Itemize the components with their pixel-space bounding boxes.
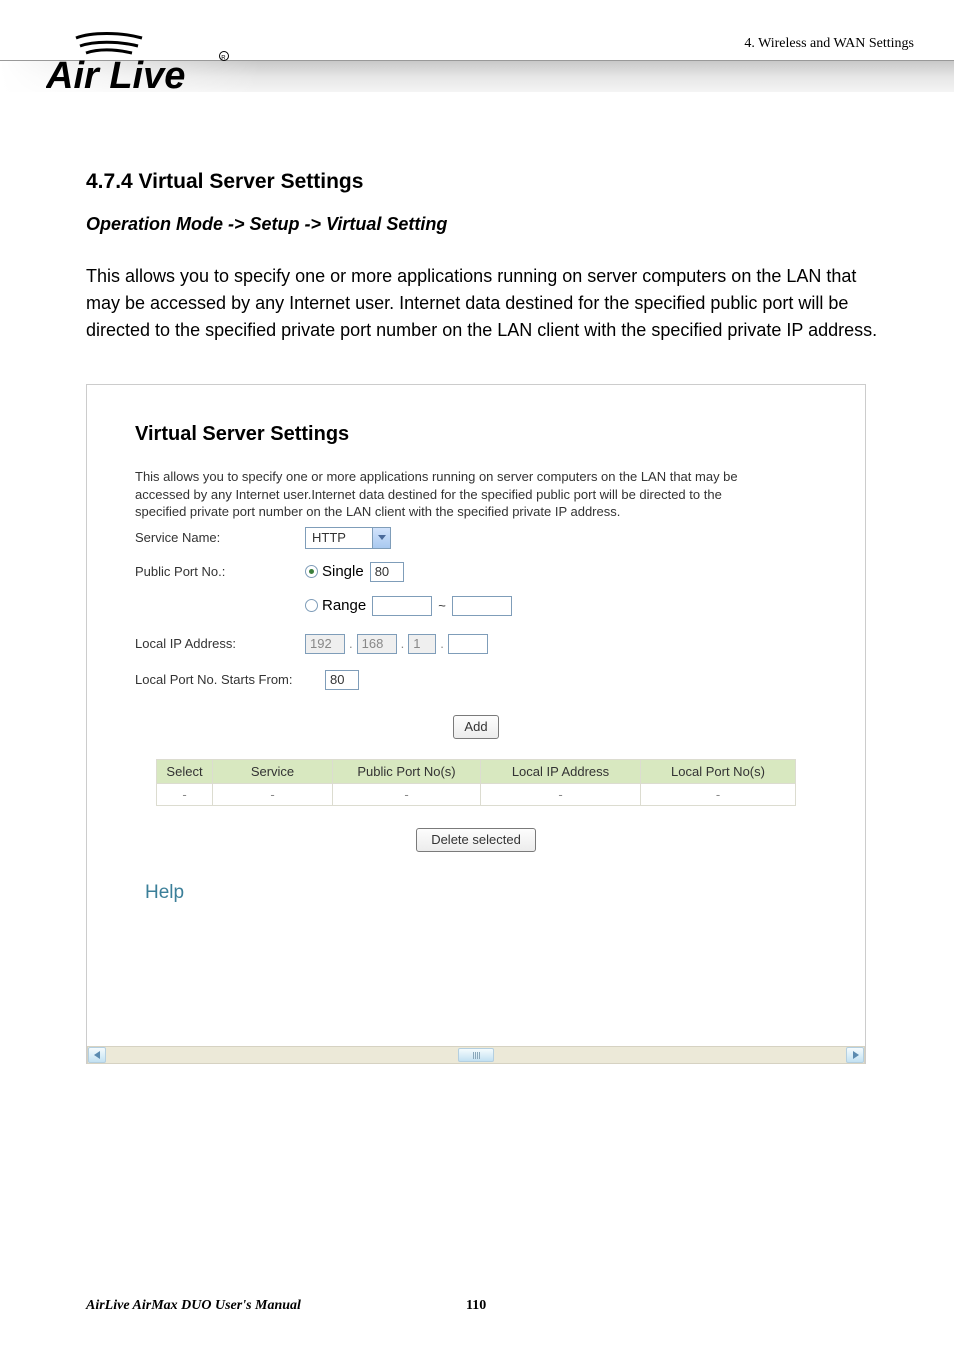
public-port-single-input[interactable]	[370, 562, 404, 582]
footer-page-number: 110	[466, 1298, 486, 1314]
col-local-ip: Local IP Address	[481, 759, 641, 783]
local-ip-octet1	[305, 634, 345, 654]
settings-description: This allows you to specify one or more a…	[135, 468, 775, 521]
public-port-single-label: Single	[322, 563, 364, 580]
intro-paragraph: This allows you to specify one or more a…	[86, 263, 886, 344]
scroll-grip[interactable]	[458, 1048, 494, 1062]
horizontal-scrollbar[interactable]	[87, 1046, 865, 1064]
cell-service: -	[213, 783, 333, 805]
col-service: Service	[213, 759, 333, 783]
svg-text:R: R	[221, 56, 226, 62]
scroll-right-button[interactable]	[846, 1047, 864, 1063]
tilde-separator: ~	[432, 598, 452, 613]
table-header-row: Select Service Public Port No(s) Local I…	[157, 759, 796, 783]
service-name-value: HTTP	[306, 528, 372, 548]
col-select: Select	[157, 759, 213, 783]
help-link[interactable]: Help	[145, 882, 817, 904]
section-title: 4.7.4 Virtual Server Settings	[86, 170, 886, 194]
settings-panel: Virtual Server Settings This allows you …	[86, 384, 866, 1064]
scroll-left-button[interactable]	[88, 1047, 106, 1063]
cell-local-ip: -	[481, 783, 641, 805]
local-port-input[interactable]	[325, 670, 359, 690]
page-footer: AirLive AirMax DUO User's Manual 110	[86, 1298, 886, 1314]
local-ip-octet2	[357, 634, 397, 654]
public-port-range-to[interactable]	[452, 596, 512, 616]
footer-title: AirLive AirMax DUO User's Manual	[86, 1298, 301, 1314]
add-button[interactable]: Add	[453, 715, 498, 739]
chevron-down-icon[interactable]	[372, 528, 390, 548]
service-name-label: Service Name:	[135, 530, 305, 545]
breadcrumb: Operation Mode -> Setup -> Virtual Setti…	[86, 214, 886, 235]
content: 4.7.4 Virtual Server Settings Operation …	[86, 170, 886, 1064]
logo: Air Live R	[46, 26, 236, 98]
svg-text:Air Live: Air Live	[46, 55, 185, 97]
public-port-range-from[interactable]	[372, 596, 432, 616]
table-row: - - - - -	[157, 783, 796, 805]
col-public-port: Public Port No(s)	[333, 759, 481, 783]
virtual-server-table: Select Service Public Port No(s) Local I…	[156, 759, 796, 806]
service-name-select[interactable]: HTTP	[305, 527, 391, 549]
cell-public-port: -	[333, 783, 481, 805]
local-ip-octet3	[408, 634, 436, 654]
settings-heading: Virtual Server Settings	[135, 423, 817, 446]
scroll-track[interactable]	[106, 1047, 846, 1063]
local-ip-label: Local IP Address:	[135, 636, 305, 651]
section-label: 4. Wireless and WAN Settings	[744, 36, 914, 52]
delete-selected-button[interactable]: Delete selected	[416, 828, 536, 852]
cell-local-port: -	[641, 783, 796, 805]
cell-select: -	[157, 783, 213, 805]
local-ip-octet4[interactable]	[448, 634, 488, 654]
public-port-range-label: Range	[322, 597, 366, 614]
public-port-single-radio[interactable]	[305, 565, 318, 578]
local-port-label: Local Port No. Starts From:	[135, 672, 325, 687]
public-port-label: Public Port No.:	[135, 564, 305, 579]
col-local-port: Local Port No(s)	[641, 759, 796, 783]
public-port-range-radio[interactable]	[305, 599, 318, 612]
